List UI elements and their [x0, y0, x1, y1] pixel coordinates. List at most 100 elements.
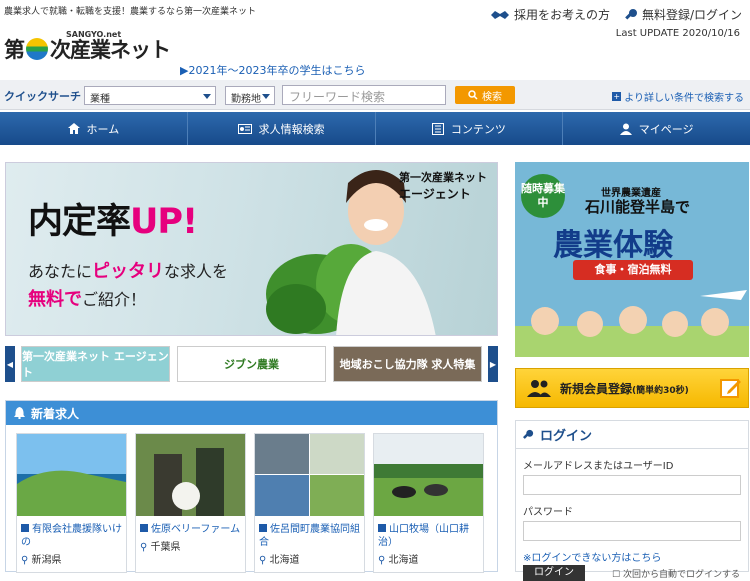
recruiting-badge: 随時募集中	[521, 174, 565, 218]
coast-photo	[17, 434, 126, 516]
users-icon	[527, 380, 551, 397]
nav-job-search-label: 求人情報検索	[258, 122, 325, 136]
company-icon	[140, 524, 148, 532]
user-icon	[619, 123, 632, 135]
ad-line3: 農業体験	[553, 228, 673, 263]
location-pin-icon: ⚲	[259, 555, 267, 566]
job-card[interactable]: 有限会社農援隊いけの ⚲ 新潟県	[16, 433, 127, 573]
login-title: ログイン	[540, 429, 593, 444]
advanced-search-link[interactable]: + より詳しい条件で検索する	[612, 89, 744, 104]
job-card[interactable]: 山口牧場（山口耕治） ⚲ 北海道	[373, 433, 484, 573]
nav-home[interactable]: ホーム	[0, 112, 188, 145]
nav-home-label: ホーム	[86, 122, 120, 136]
thumb-regional[interactable]: 地域おこし協力隊 求人特集	[333, 346, 482, 382]
location-pin-icon: ⚲	[378, 555, 386, 566]
recruit-link[interactable]: 採用をお考えの方	[490, 6, 610, 23]
banner-sub1: あなたにピッタリな求人を	[28, 257, 228, 283]
email-label: メールアドレスまたはユーザーID	[523, 461, 674, 472]
keyword-input[interactable]: フリーワード検索	[282, 85, 446, 105]
contents-icon	[431, 122, 444, 135]
plus-icon: +	[612, 92, 622, 101]
category-select[interactable]: 業種	[84, 86, 216, 105]
key-icon	[625, 8, 637, 20]
main-nav: ホーム 求人情報検索 コンテンツ マイページ	[0, 112, 750, 145]
login-header: ログイン	[516, 421, 748, 449]
ad-line2: 石川能登半島で	[585, 198, 691, 216]
banner-brand-a: 第一次産業ネット	[399, 171, 487, 184]
job-card-pref: 千葉県	[150, 542, 181, 553]
carousel-next-arrow[interactable]: ▶	[488, 346, 498, 382]
nav-contents[interactable]: コンテンツ	[376, 112, 564, 145]
dairy-collage-photo	[255, 434, 364, 516]
header-links: 採用をお考えの方 無料登録/ログイン	[490, 6, 742, 23]
register-label: 新規会員登録	[560, 381, 633, 396]
banner-headline-a: 内定率	[28, 202, 131, 242]
chevron-down-icon	[203, 94, 211, 99]
ad-line4: 食事・宿泊無料	[573, 260, 693, 280]
banner-headline: 内定率UP!	[28, 193, 198, 244]
banner-sub1-c: な求人を	[164, 262, 229, 281]
thumb-jibun-nogyo[interactable]: ジブン農業	[177, 346, 326, 382]
login-button[interactable]: ログイン	[523, 565, 585, 581]
job-card-pref: 北海道	[388, 555, 419, 566]
thumb-agent[interactable]: 第一次産業ネット エージェント	[21, 346, 170, 382]
home-icon	[67, 123, 80, 134]
search-button[interactable]: 検索	[455, 86, 515, 104]
recruit-link-label: 採用をお考えの方	[513, 8, 610, 22]
email-input[interactable]	[523, 475, 741, 495]
job-card-name: 佐呂間町農業協同組合	[259, 524, 360, 548]
logo-text: 第	[4, 38, 25, 62]
cows-pasture-photo	[374, 434, 483, 516]
register-button[interactable]: 新規会員登録(簡単約30秒)	[515, 368, 749, 408]
edit-icon	[720, 379, 741, 398]
nav-contents-label: コンテンツ	[450, 122, 506, 136]
banner-sub2: 無料でご紹介！	[28, 285, 146, 311]
company-icon	[259, 524, 267, 532]
register-note: (簡単約30秒)	[632, 385, 689, 396]
job-card-name: 山口牧場（山口耕治）	[378, 524, 469, 548]
login-panel: ログイン メールアドレスまたはユーザーID パスワード ※ログインできない方はこ…	[515, 420, 749, 581]
key-icon	[523, 429, 534, 439]
banner-sub1-a: あなたに	[28, 262, 93, 281]
new-jobs-header: 新着求人	[6, 401, 497, 425]
company-icon	[21, 524, 29, 532]
banner-sub2-a: 無料で	[28, 289, 82, 310]
location-pin-icon: ⚲	[21, 555, 29, 566]
new-jobs-title: 新着求人	[31, 406, 80, 421]
students-link[interactable]: ▶2021年～2023年卒の学生はこちら	[180, 62, 365, 78]
villagers-illustration	[515, 290, 749, 357]
company-icon	[378, 524, 386, 532]
banner-brand-b: エージェント	[399, 187, 471, 201]
location-select[interactable]: 勤務地	[225, 86, 275, 105]
agent-banner[interactable]: 内定率UP! あなたにピッタリな求人を 無料でご紹介！ 第一次産業ネット エージ…	[5, 162, 498, 336]
banner-carousel: ◀ 第一次産業ネット エージェント ジブン農業 地域おこし協力隊 求人特集 ▶	[5, 346, 498, 382]
nav-job-search[interactable]: 求人情報検索	[188, 112, 376, 145]
auto-login-checkbox[interactable]: ☐ 次回から自動でログインする	[612, 567, 740, 580]
handshake-icon	[490, 10, 509, 19]
logo-sub: SANGYO.net	[66, 30, 122, 39]
quick-search-bar: クイックサーチ 業種 勤務地 フリーワード検索 検索 + より詳しい条件で検索す…	[0, 80, 750, 110]
job-card[interactable]: 佐呂間町農業協同組合 ⚲ 北海道	[254, 433, 365, 573]
forgot-login-link[interactable]: ※ログインできない方はこちら	[516, 541, 748, 564]
location-pin-icon: ⚲	[140, 542, 148, 553]
login-register-link[interactable]: 無料登録/ログイン	[624, 6, 742, 23]
job-card-name: 有限会社農援隊いけの	[21, 524, 122, 548]
banner-brand: 第一次産業ネット エージェント	[399, 169, 487, 202]
banner-sub2-b: ご紹介！	[82, 290, 147, 309]
login-register-label: 無料登録/ログイン	[641, 8, 742, 22]
tagline: 農業求人で就職・転職を支援！農業するなら第一次産業ネット	[4, 7, 257, 17]
globe-icon	[26, 38, 48, 60]
job-search-icon	[237, 123, 252, 134]
carousel-prev-arrow[interactable]: ◀	[5, 346, 15, 382]
new-jobs-section: 新着求人 有限会社農援隊いけの ⚲ 新潟県 佐原ベリーファーム ⚲ 千葉県 佐呂…	[5, 400, 498, 573]
noto-farm-ad[interactable]: 随時募集中 世界農業遺産 石川能登半島で 農業体験 食事・宿泊無料	[515, 162, 749, 357]
chevron-down-icon	[262, 94, 270, 99]
banner-headline-b: UP!	[130, 202, 198, 242]
search-icon	[468, 90, 478, 100]
search-button-label: 検索	[482, 91, 502, 103]
category-select-value: 業種	[90, 94, 110, 105]
bell-icon	[14, 407, 25, 419]
password-input[interactable]	[523, 521, 741, 541]
job-card[interactable]: 佐原ベリーファーム ⚲ 千葉県	[135, 433, 246, 573]
nav-mypage[interactable]: マイページ	[563, 112, 750, 145]
